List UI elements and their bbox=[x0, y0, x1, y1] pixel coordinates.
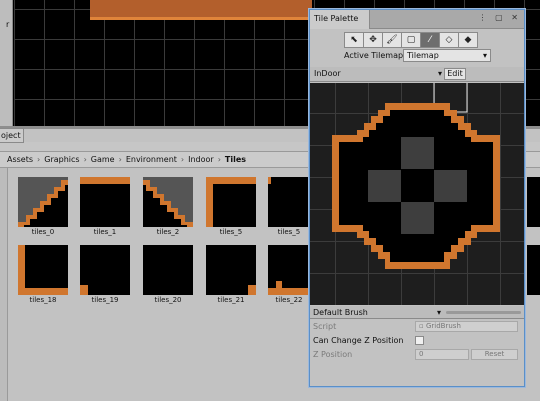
tile-label: tiles_2 bbox=[156, 228, 180, 236]
active-tilemap-label: Active Tilemap bbox=[344, 51, 404, 60]
tile-thumbnail-tiles-22[interactable] bbox=[268, 245, 310, 295]
z-position-field[interactable]: 0 bbox=[415, 349, 469, 360]
picker-tool-button[interactable]: ⁄ bbox=[420, 32, 440, 48]
breadcrumb-item[interactable]: Game bbox=[91, 155, 115, 164]
breadcrumb-item[interactable]: Environment bbox=[126, 155, 177, 164]
breadcrumb-item[interactable]: Graphics bbox=[44, 155, 79, 164]
script-field: ▫ GridBrush bbox=[415, 321, 518, 332]
tab-project[interactable]: oject bbox=[0, 128, 24, 143]
tile-thumbnail-tiles-21[interactable] bbox=[206, 245, 256, 295]
eraser-tool-button[interactable]: ◇ bbox=[439, 32, 459, 48]
chevron-right-icon: › bbox=[118, 155, 122, 164]
tile-thumbnail-partial[interactable] bbox=[527, 177, 540, 227]
tile-label: tiles_21 bbox=[217, 296, 245, 304]
tile-thumbnail-tiles-18[interactable] bbox=[18, 245, 68, 295]
chevron-right-icon: › bbox=[180, 155, 185, 164]
tile-thumbnail-tiles-1[interactable] bbox=[80, 177, 130, 227]
brush-row: Default Brush ▾ bbox=[310, 306, 524, 319]
dropdown-arrow-icon: ▾ bbox=[436, 308, 441, 317]
select-tool-button[interactable]: ⬉ bbox=[344, 32, 364, 48]
script-icon: ▫ bbox=[419, 322, 424, 330]
tile-thumbnail-tiles-5[interactable] bbox=[268, 177, 310, 227]
tile-thumbnail-tiles-19[interactable] bbox=[80, 245, 130, 295]
tile-label: tiles_18 bbox=[29, 296, 57, 304]
breadcrumb-item[interactable]: Assets bbox=[7, 155, 33, 164]
palette-toolbar: ⬉ ✥ 🖌 ▢ ⁄ ◇ ◆ bbox=[344, 32, 478, 48]
box-fill-tool-button[interactable]: ▢ bbox=[401, 32, 421, 48]
tile-label: tiles_19 bbox=[91, 296, 119, 304]
script-label: Script bbox=[313, 322, 337, 331]
tab-tile-palette[interactable]: Tile Palette bbox=[310, 10, 370, 29]
can-change-z-label: Can Change Z Position bbox=[313, 336, 404, 345]
tile-palette-window[interactable]: Tile Palette ⋮ ▢ ✕ ⬉ ✥ 🖌 ▢ ⁄ ◇ ◆ Active … bbox=[309, 9, 525, 387]
paint-tool-button[interactable]: 🖌 bbox=[382, 32, 402, 48]
edit-button[interactable]: Edit bbox=[444, 68, 466, 80]
tile-label: tiles_5 bbox=[219, 228, 243, 236]
tile-thumbnail-tiles-4[interactable] bbox=[206, 177, 256, 227]
z-position-label: Z Position bbox=[313, 350, 353, 359]
scene-left-panel: r bbox=[0, 0, 13, 128]
tile-thumbnail-tiles-20[interactable] bbox=[143, 245, 193, 295]
tile-label: tiles_0 bbox=[31, 228, 55, 236]
window-controls-icon[interactable]: ⋮ ▢ ✕ bbox=[479, 13, 521, 22]
reset-button[interactable]: Reset bbox=[471, 349, 518, 360]
chevron-right-icon: › bbox=[217, 155, 221, 164]
chevron-right-icon: › bbox=[37, 155, 41, 164]
palette-select-row: InDoor ▾ Edit bbox=[310, 67, 524, 82]
move-tool-button[interactable]: ✥ bbox=[363, 32, 383, 48]
chevron-right-icon: › bbox=[83, 155, 87, 164]
dropdown-arrow-icon: ▾ bbox=[437, 69, 442, 78]
breadcrumb-current[interactable]: Tiles bbox=[225, 155, 246, 164]
scene-tiles bbox=[90, 0, 312, 20]
fill-tool-button[interactable]: ◆ bbox=[458, 32, 478, 48]
dropdown-arrow-icon: ▾ bbox=[482, 51, 487, 60]
tile-thumbnail-tiles-0[interactable] bbox=[18, 177, 68, 227]
palette-tile-grid[interactable] bbox=[310, 83, 524, 305]
tile-label: tiles_1 bbox=[93, 228, 117, 236]
tile-thumbnail-tiles-2[interactable] bbox=[143, 177, 193, 227]
active-tilemap-select[interactable]: Tilemap ▾ bbox=[403, 49, 491, 62]
breadcrumb-item[interactable]: Indoor bbox=[188, 155, 214, 164]
can-change-z-checkbox[interactable] bbox=[415, 336, 424, 345]
tile-label: tiles_20 bbox=[154, 296, 182, 304]
palette-select[interactable]: InDoor ▾ bbox=[312, 68, 442, 80]
brush-select[interactable]: Default Brush ▾ bbox=[313, 306, 441, 319]
palette-tab-bar: Tile Palette ⋮ ▢ ✕ bbox=[310, 10, 524, 29]
tile-thumbnail-partial[interactable] bbox=[527, 245, 540, 295]
brush-size-slider[interactable] bbox=[446, 311, 521, 314]
project-folder-tree bbox=[0, 168, 8, 401]
